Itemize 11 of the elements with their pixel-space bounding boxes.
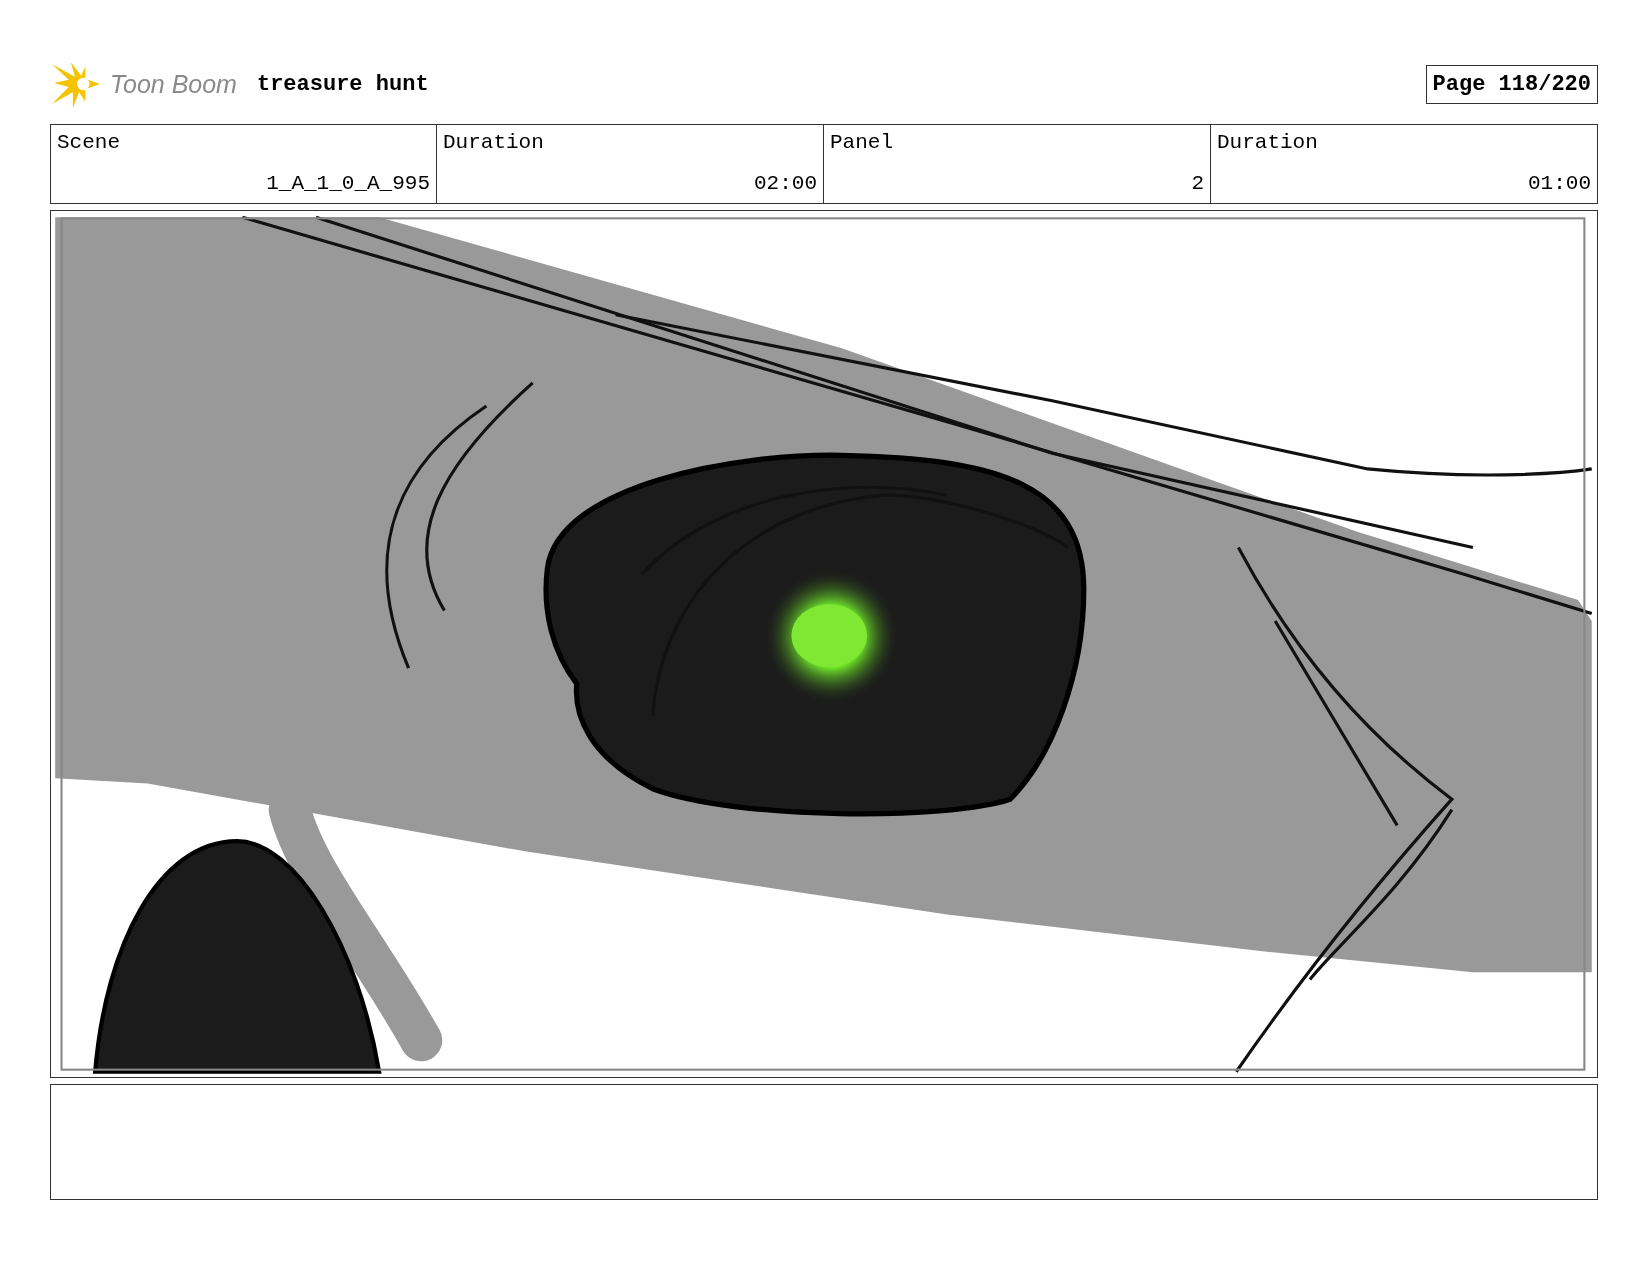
column-header: Duration: [443, 131, 545, 154]
column-header: Panel: [830, 131, 894, 154]
cell-value: 2: [1190, 172, 1204, 195]
project-title: treasure hunt: [256, 71, 429, 97]
cell-value: 1_A_1_0_A_995: [265, 172, 430, 195]
column-header: Scene: [57, 131, 121, 154]
cell-value: 02:00: [753, 172, 817, 195]
logo-text: Toon Boom: [110, 69, 237, 99]
column-header: Duration: [1217, 131, 1319, 154]
cell-value: 01:00: [1527, 172, 1591, 195]
page-number: Page 118/220: [1425, 64, 1598, 104]
